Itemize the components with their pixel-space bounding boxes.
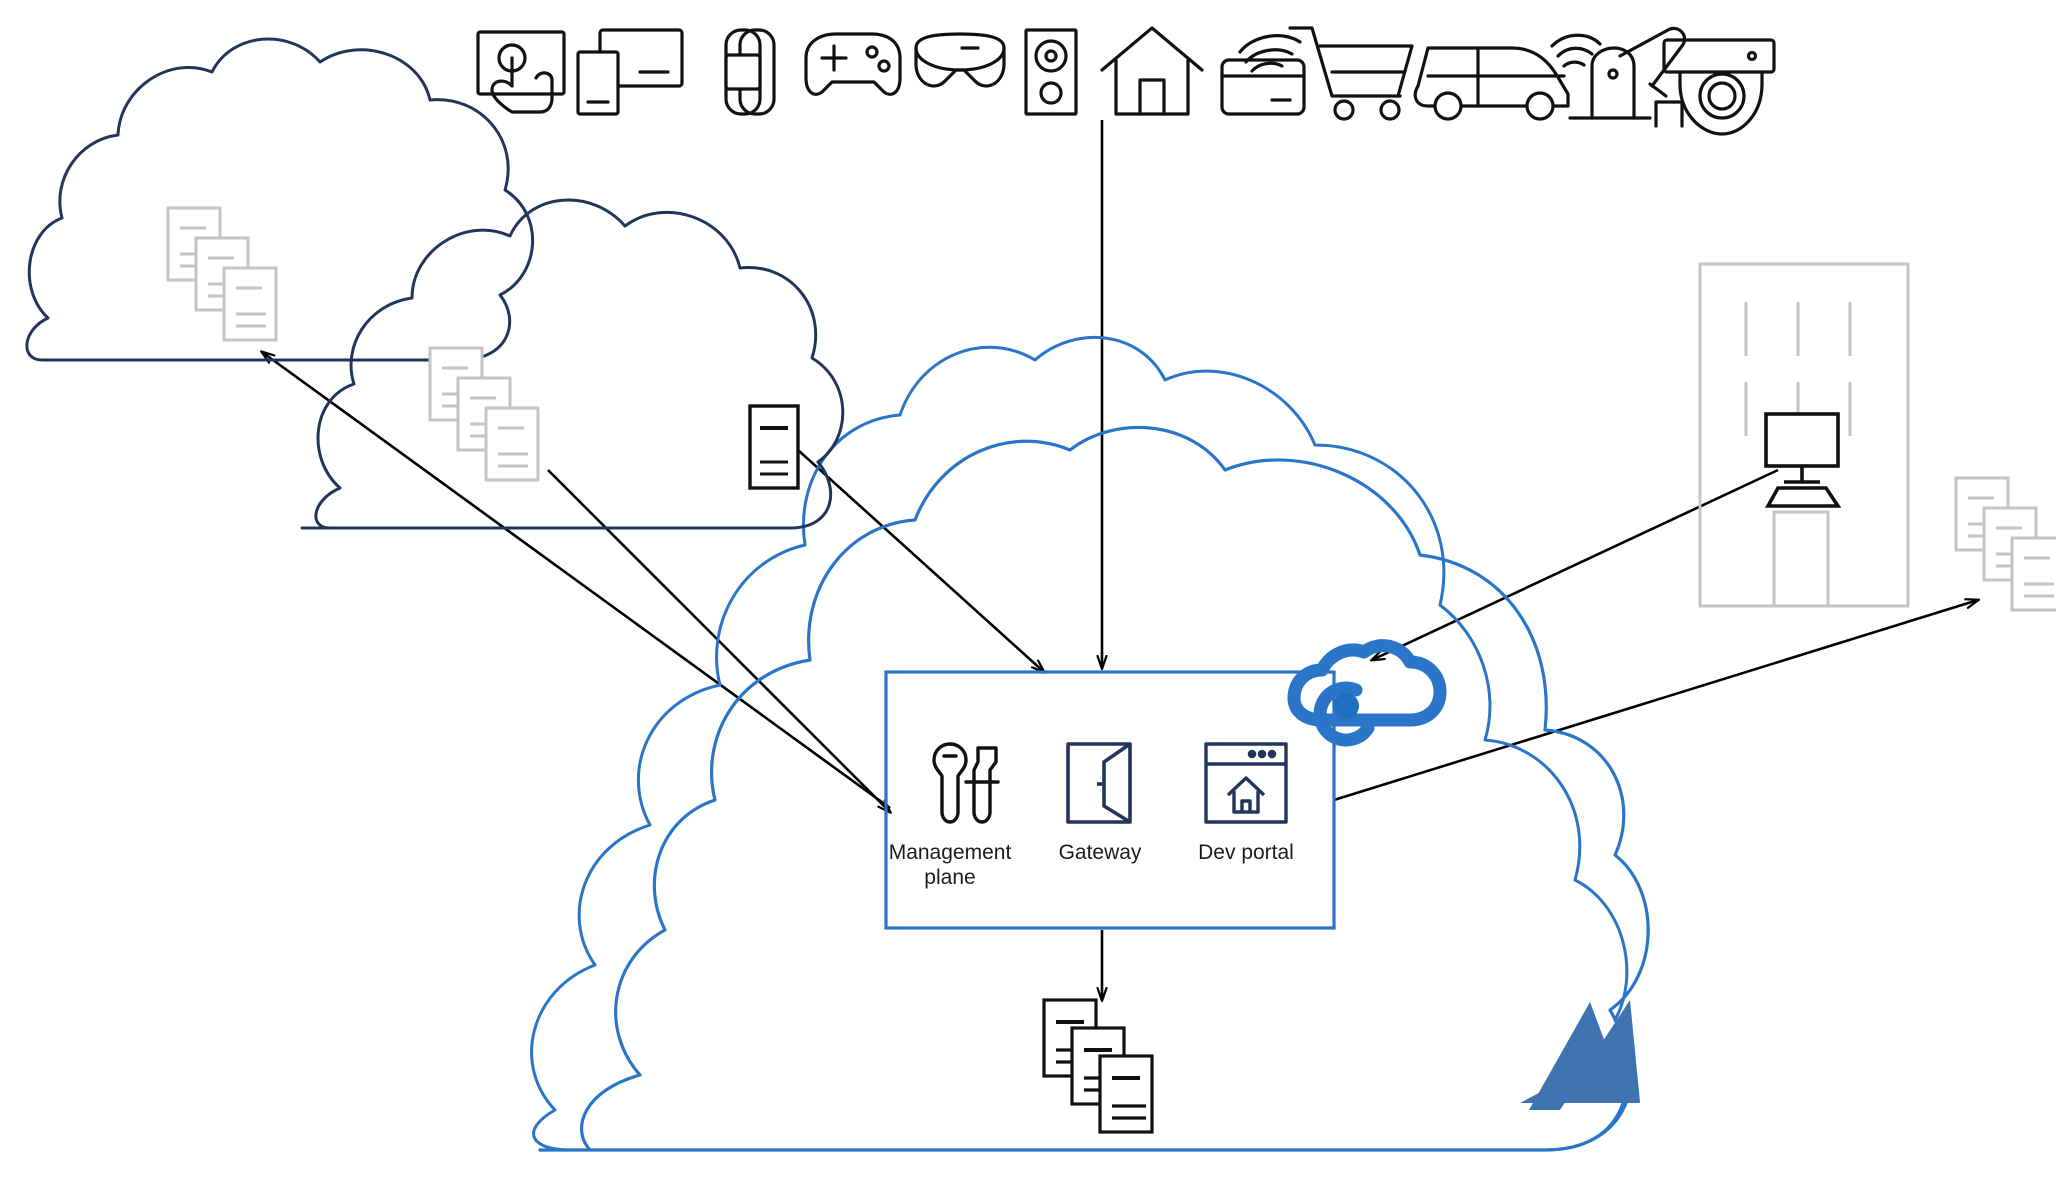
diagram-canvas: Management plane Gateway Dev portal (0, 0, 2056, 1186)
azure-logo (1520, 1000, 1640, 1110)
